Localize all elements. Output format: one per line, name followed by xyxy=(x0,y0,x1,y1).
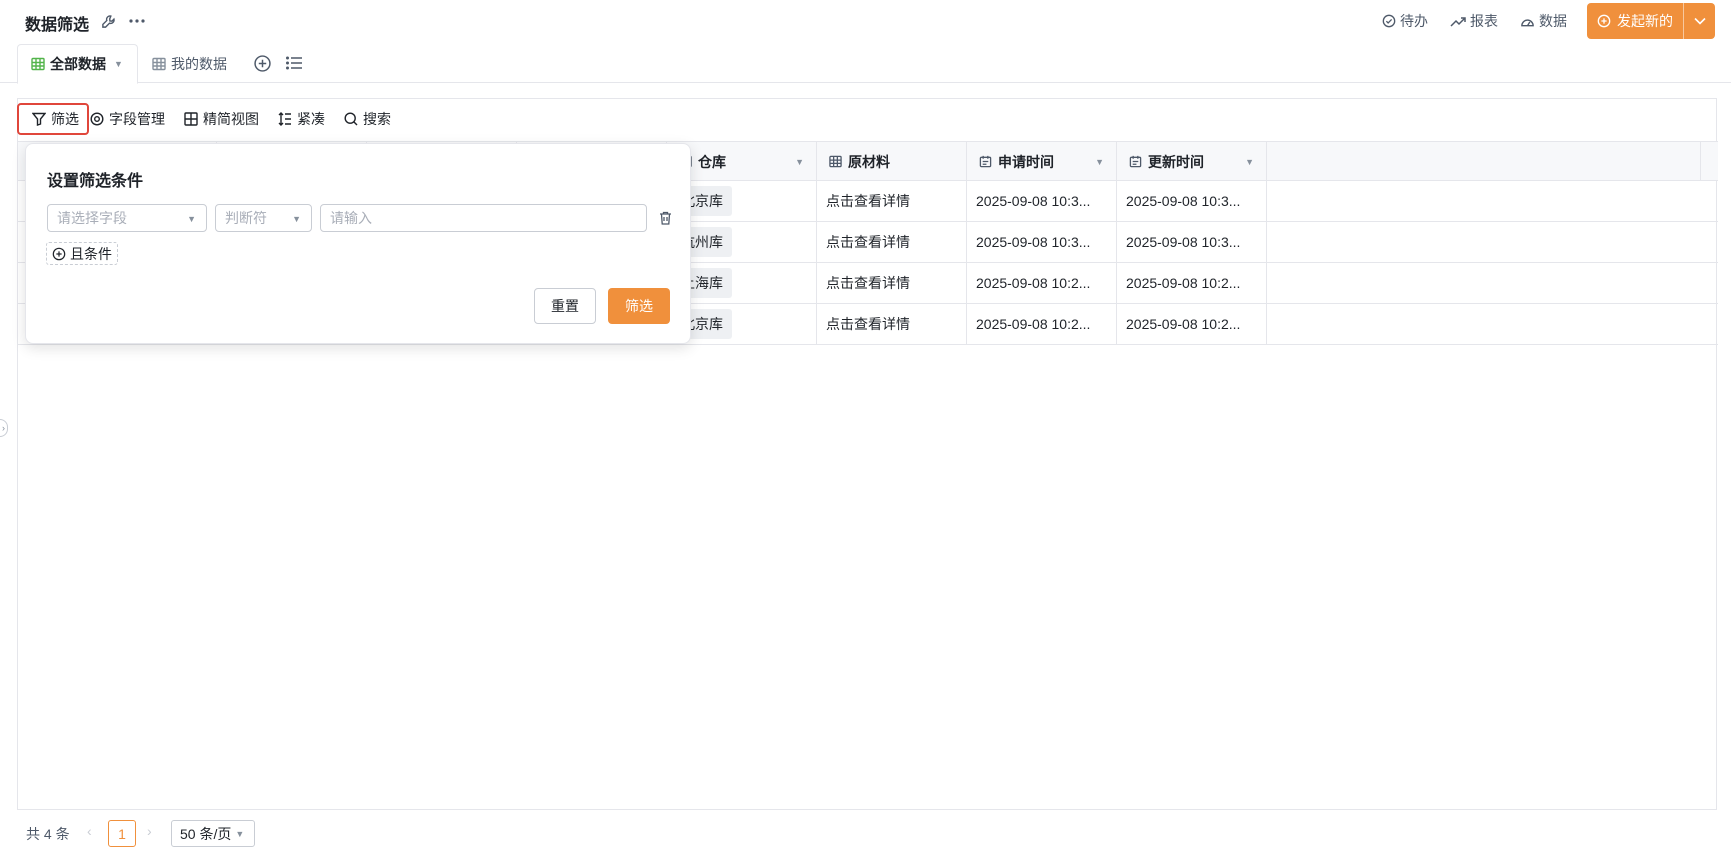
caret-down-icon: ▼ xyxy=(235,828,245,839)
search-label: 搜索 xyxy=(363,111,391,127)
table-icon xyxy=(31,57,45,71)
top-bar: 数据筛选 待办 报表 数据 发起新的 xyxy=(0,0,1731,42)
page-title: 数据筛选 xyxy=(25,17,90,34)
table-toolbar: 筛选 字段管理 精简视图 紧凑 搜索 xyxy=(17,99,1716,141)
update-time-cell: 2025-09-08 10:3... xyxy=(1117,181,1267,221)
update-time-cell: 2025-09-08 10:2... xyxy=(1117,304,1267,344)
apply-time-cell: 2025-09-08 10:3... xyxy=(967,222,1117,262)
apply-time-cell: 2025-09-08 10:2... xyxy=(967,263,1117,303)
column-header-empty xyxy=(1267,142,1701,181)
field-select[interactable]: 请选择字段 ▼ xyxy=(47,204,207,232)
tab-all-data-label: 全部数据 xyxy=(50,56,106,72)
start-new-split-button: 发起新的 xyxy=(1587,3,1715,39)
caret-down-icon[interactable]: ▼ xyxy=(795,157,804,167)
apply-time-cell: 2025-09-08 10:3... xyxy=(967,181,1117,221)
row-height-icon xyxy=(278,112,291,126)
table-icon xyxy=(829,155,842,168)
caret-down-icon: ▼ xyxy=(187,214,196,224)
page-number-button[interactable]: 1 xyxy=(108,820,136,847)
list-icon[interactable] xyxy=(284,53,304,73)
value-input[interactable] xyxy=(320,204,647,232)
column-header-update-time[interactable]: 更新时间 ▼ xyxy=(1117,142,1267,181)
wrench-icon[interactable] xyxy=(99,12,117,30)
filter-icon xyxy=(32,112,46,126)
operator-select-placeholder: 判断符 xyxy=(225,210,267,226)
add-view-icon[interactable] xyxy=(252,53,272,73)
caret-down-icon: ▼ xyxy=(292,214,301,224)
chevron-left-icon[interactable]: ‹ xyxy=(87,823,92,839)
caret-down-icon[interactable]: ▼ xyxy=(114,59,123,69)
data-link[interactable]: 数据 xyxy=(1520,11,1567,31)
calendar-icon xyxy=(979,155,992,168)
column-label: 更新时间 xyxy=(1148,153,1204,170)
tab-my-data-label: 我的数据 xyxy=(171,56,227,72)
view-tabs-bar: 全部数据 ▼ 我的数据 xyxy=(0,42,1731,84)
column-header-apply-time[interactable]: 申请时间 ▼ xyxy=(967,142,1117,181)
search-button[interactable]: 搜索 xyxy=(344,103,391,135)
column-label: 原材料 xyxy=(848,153,890,170)
todo-label: 待办 xyxy=(1400,13,1428,29)
apply-filter-button[interactable]: 筛选 xyxy=(608,288,670,324)
search-icon xyxy=(344,112,358,126)
operator-select[interactable]: 判断符 ▼ xyxy=(215,204,312,232)
calendar-icon xyxy=(1129,155,1142,168)
filter-popover: 设置筛选条件 请选择字段 ▼ 判断符 ▼ 且条件 重置 筛选 xyxy=(25,143,691,344)
material-cell[interactable]: 点击查看详情 xyxy=(817,181,967,221)
filter-label: 筛选 xyxy=(51,111,79,127)
material-cell[interactable]: 点击查看详情 xyxy=(817,263,967,303)
field-select-placeholder: 请选择字段 xyxy=(57,210,127,226)
check-circle-icon xyxy=(1382,14,1396,28)
report-link[interactable]: 报表 xyxy=(1450,11,1498,31)
table-icon xyxy=(152,57,166,71)
start-new-label: 发起新的 xyxy=(1617,13,1673,29)
filter-popover-title: 设置筛选条件 xyxy=(47,173,144,190)
field-manage-button[interactable]: 字段管理 xyxy=(90,103,165,135)
trend-chart-icon xyxy=(1450,17,1466,27)
plus-circle-icon xyxy=(1597,14,1611,28)
apply-time-cell: 2025-09-08 10:2... xyxy=(967,304,1117,344)
report-label: 报表 xyxy=(1470,13,1498,29)
material-cell[interactable]: 点击查看详情 xyxy=(817,222,967,262)
caret-down-icon[interactable]: ▼ xyxy=(1245,157,1254,167)
todo-link[interactable]: 待办 xyxy=(1382,11,1428,31)
reset-button[interactable]: 重置 xyxy=(534,288,596,324)
update-time-cell: 2025-09-08 10:2... xyxy=(1117,263,1267,303)
dashboard-icon xyxy=(1521,19,1534,27)
material-cell[interactable]: 点击查看详情 xyxy=(817,304,967,344)
update-time-cell: 2025-09-08 10:3... xyxy=(1117,222,1267,262)
and-condition-label: 且条件 xyxy=(70,245,112,262)
start-new-button[interactable]: 发起新的 xyxy=(1587,3,1683,39)
delete-icon[interactable] xyxy=(655,208,675,228)
data-label: 数据 xyxy=(1539,13,1567,29)
field-manage-label: 字段管理 xyxy=(109,111,165,127)
more-icon[interactable] xyxy=(128,12,146,30)
column-label: 申请时间 xyxy=(998,153,1054,170)
total-count: 共 4 条 xyxy=(26,826,70,842)
grid-icon xyxy=(184,112,198,126)
page-size-select[interactable]: 50 条/页 ▼ xyxy=(171,820,255,847)
top-actions: 待办 报表 数据 发起新的 xyxy=(1360,3,1715,39)
page-size-label: 50 条/页 xyxy=(180,825,232,842)
sidebar-expand-toggle[interactable]: › xyxy=(0,419,8,437)
tab-all-data[interactable]: 全部数据 ▼ xyxy=(17,44,138,84)
tab-my-data[interactable]: 我的数据 xyxy=(150,44,227,84)
chevron-right-icon[interactable]: › xyxy=(147,823,152,839)
filter-button[interactable]: 筛选 xyxy=(17,103,89,135)
compact-view-button[interactable]: 精简视图 xyxy=(184,103,259,135)
chevron-down-icon xyxy=(1693,17,1706,25)
add-and-condition-button[interactable]: 且条件 xyxy=(46,242,118,265)
pagination-bar: 共 4 条 ‹ 1 › 50 条/页 ▼ xyxy=(17,809,1717,854)
dense-button[interactable]: 紧凑 xyxy=(278,103,325,135)
plus-circle-icon xyxy=(52,247,66,260)
compact-view-label: 精简视图 xyxy=(203,111,259,127)
settings-icon xyxy=(90,112,104,126)
dense-label: 紧凑 xyxy=(297,111,325,127)
start-new-dropdown[interactable] xyxy=(1683,3,1715,39)
column-header-material[interactable]: 原材料 xyxy=(817,142,967,181)
column-label: 仓库 xyxy=(698,153,726,170)
caret-down-icon[interactable]: ▼ xyxy=(1095,157,1104,167)
